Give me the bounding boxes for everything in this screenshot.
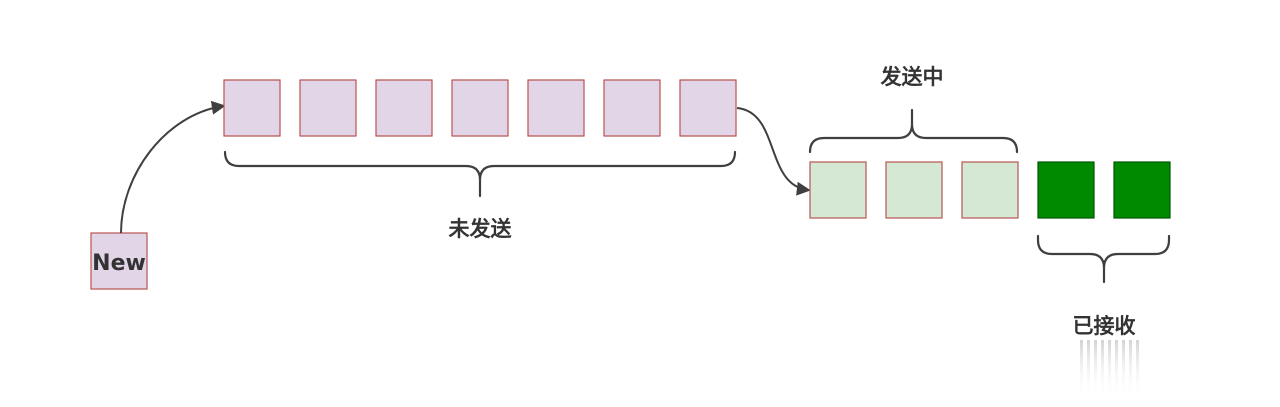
new-label: New (92, 251, 146, 276)
unsent-box-group (223, 79, 737, 137)
unsent-box-6 (603, 79, 661, 137)
unsent-box-4 (451, 79, 509, 137)
new-to-queue-arrow (120, 100, 226, 234)
sending-box-group (809, 161, 1019, 219)
unsent-box-7 (679, 79, 737, 137)
new-item: New (90, 232, 148, 290)
received-box-group (1037, 161, 1171, 219)
sending-label: 发送中 (880, 65, 944, 89)
unsent-box-5 (527, 79, 585, 137)
unsent-brace (223, 150, 737, 198)
received-box-1 (1037, 161, 1095, 219)
unsent-box-1 (223, 79, 281, 137)
sending-box-2 (885, 161, 943, 219)
unsent-box-3 (375, 79, 433, 137)
queue-to-sending-arrow (736, 107, 811, 196)
sending-brace (808, 108, 1019, 154)
unsent-box-2 (299, 79, 357, 137)
received-brace (1036, 234, 1171, 284)
faded-stripes (1080, 340, 1139, 397)
sending-box-3 (961, 161, 1019, 219)
sliding-window-diagram: New 未发送 发送中 已接收 (90, 65, 1171, 397)
unsent-label: 未发送 (449, 217, 513, 241)
received-label: 已接收 (1073, 314, 1136, 338)
received-box-2 (1113, 161, 1171, 219)
sending-box-1 (809, 161, 867, 219)
